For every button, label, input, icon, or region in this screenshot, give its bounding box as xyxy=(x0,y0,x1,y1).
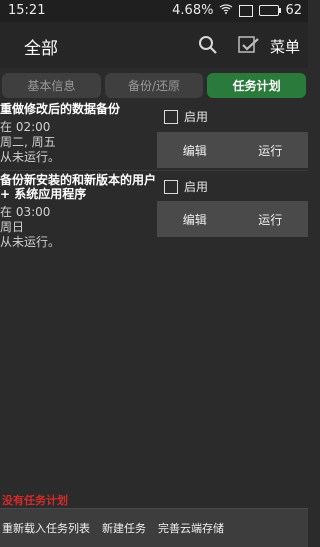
enable-toggle[interactable]: 启用 xyxy=(164,108,208,125)
enable-checkbox[interactable] xyxy=(164,179,178,194)
search-icon[interactable] xyxy=(196,33,220,57)
enable-checkbox[interactable] xyxy=(164,109,178,124)
status-time: 15:21 xyxy=(8,3,46,18)
top-bar: 全部 菜单 xyxy=(0,22,308,68)
network-speed: 4.68% xyxy=(172,3,214,18)
task-time: 在 03:00 xyxy=(0,205,51,219)
tab-backup-restore[interactable]: 备份/还原 xyxy=(104,73,204,98)
enable-label: 启用 xyxy=(184,180,209,194)
task-days: 周二, 周五 xyxy=(0,135,56,149)
tab-basic-info[interactable]: 基本信息 xyxy=(2,73,101,98)
page-title: 全部 xyxy=(24,39,58,59)
task-title: 备份新安装的和新版本的用户 + 系统应用程序 xyxy=(0,173,157,201)
tab-schedule[interactable]: 任务计划 xyxy=(207,73,307,98)
edit-button[interactable]: 编辑 xyxy=(157,132,233,168)
task-days: 周日 xyxy=(0,220,25,234)
battery-level: 62 xyxy=(285,3,302,18)
enable-label: 启用 xyxy=(184,110,209,124)
status-bar: 15:21 4.68% 62 xyxy=(0,0,308,22)
enable-toggle[interactable]: 启用 xyxy=(164,178,208,195)
battery-icon xyxy=(259,5,282,16)
reload-tasks-button[interactable]: 重新载入任务列表 xyxy=(2,520,90,536)
checklist-icon[interactable] xyxy=(236,33,260,57)
run-button[interactable]: 运行 xyxy=(233,201,309,237)
task-title: 重做修改后的数据备份 xyxy=(0,102,121,116)
task-item: 备份新安装的和新版本的用户 + 系统应用程序 在 03:00 周日 从未运行。 … xyxy=(0,170,308,251)
task-time: 在 02:00 xyxy=(0,120,51,134)
wifi-icon xyxy=(219,3,233,18)
menu-button[interactable]: 菜单 xyxy=(270,36,300,57)
tab-bar: 基本信息 备份/还原 任务计划 xyxy=(0,71,308,100)
bottom-bar: 重新载入任务列表 新建任务 完善云端存储 xyxy=(0,508,308,547)
status-indicators: 4.68% 62 xyxy=(172,3,302,18)
cloud-storage-button[interactable]: 完善云端存储 xyxy=(158,520,224,536)
signal-icon xyxy=(239,4,254,17)
task-status: 从未运行。 xyxy=(0,235,61,249)
task-actions: 编辑 运行 xyxy=(157,132,308,168)
new-task-button[interactable]: 新建任务 xyxy=(102,520,146,536)
task-status: 从未运行。 xyxy=(0,150,61,164)
task-actions: 编辑 运行 xyxy=(157,201,308,237)
edit-button[interactable]: 编辑 xyxy=(157,201,233,237)
task-item: 重做修改后的数据备份 在 02:00 周二, 周五 从未运行。 启用 编辑 运行 xyxy=(0,102,308,170)
empty-schedule-message: 没有任务计划 xyxy=(2,494,68,507)
run-button[interactable]: 运行 xyxy=(233,132,309,168)
